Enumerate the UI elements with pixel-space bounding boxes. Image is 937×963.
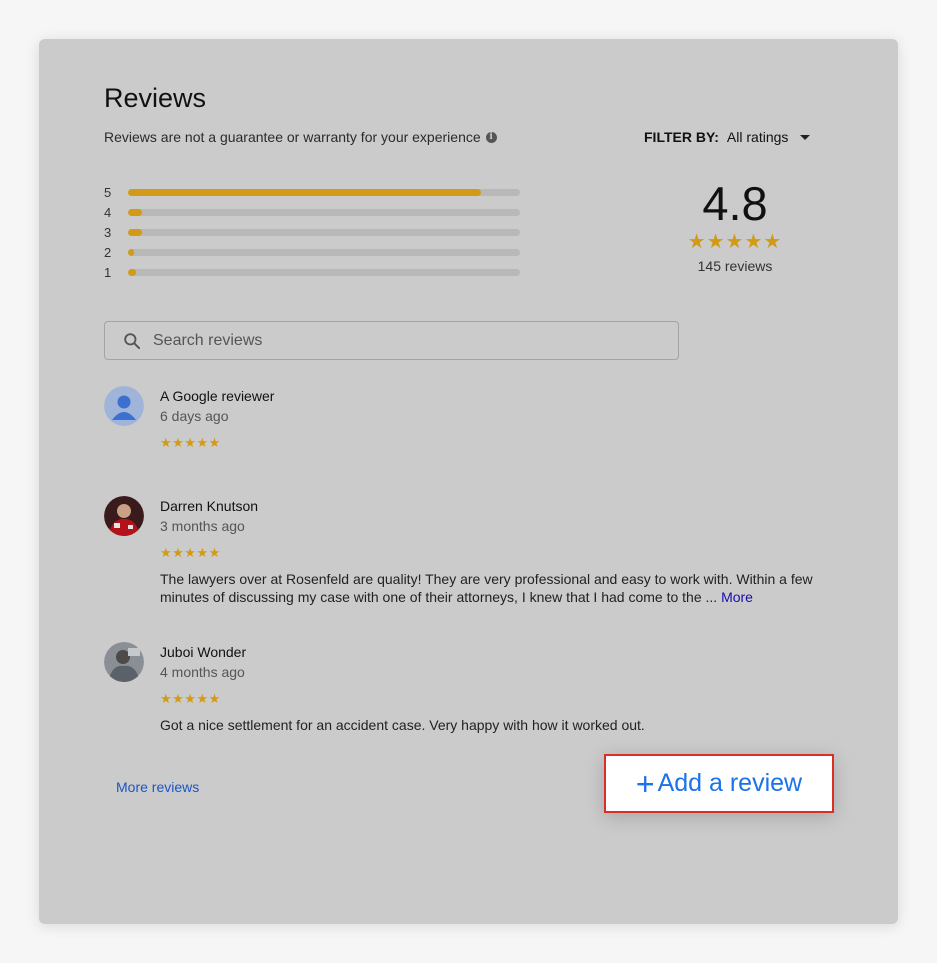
rating-summary: 4.8 ★★★★★ 145 reviews bbox=[679, 177, 791, 274]
reviewer-name[interactable]: Juboi Wonder bbox=[160, 642, 825, 662]
histogram-track bbox=[128, 188, 520, 196]
review-count: 145 reviews bbox=[697, 258, 773, 274]
average-stars: ★★★★★ bbox=[687, 231, 783, 253]
search-box[interactable] bbox=[104, 321, 679, 360]
histogram-track bbox=[128, 248, 520, 256]
average-rating: 4.8 bbox=[702, 177, 768, 230]
histogram-row: 4 bbox=[104, 202, 520, 222]
histogram-track bbox=[128, 268, 520, 276]
avatar[interactable] bbox=[104, 386, 144, 426]
reviews-panel: Reviews Reviews are not a guarantee or w… bbox=[39, 39, 898, 924]
review-text: The lawyers over at Rosenfeld are qualit… bbox=[160, 570, 825, 606]
filter-dropdown[interactable]: FILTER BY: All ratings bbox=[644, 129, 811, 145]
histogram-star-label: 1 bbox=[104, 264, 112, 280]
plus-icon: + bbox=[635, 765, 655, 802]
add-review-label: Add a review bbox=[657, 769, 803, 797]
histogram-row: 3 bbox=[104, 222, 520, 242]
histogram-row: 5 bbox=[104, 182, 520, 202]
histogram-star-label: 5 bbox=[104, 184, 112, 200]
user-photo-icon bbox=[104, 496, 144, 536]
review-time: 3 months ago bbox=[160, 518, 245, 534]
histogram-row: 1 bbox=[104, 262, 520, 282]
histogram-star-label: 2 bbox=[104, 244, 112, 260]
histogram-fill bbox=[128, 188, 481, 196]
review-time: 4 months ago bbox=[160, 664, 245, 680]
histogram-fill bbox=[128, 208, 142, 216]
histogram-row: 2 bbox=[104, 242, 520, 262]
histogram-track bbox=[128, 228, 520, 236]
search-input[interactable] bbox=[151, 330, 655, 351]
histogram-star-label: 4 bbox=[104, 204, 112, 220]
histogram-fill bbox=[128, 228, 142, 236]
more-link[interactable]: More bbox=[721, 589, 753, 605]
reviewer-name[interactable]: Darren Knutson bbox=[160, 496, 825, 516]
disclaimer-text: Reviews are not a guarantee or warranty … bbox=[104, 129, 481, 145]
disclaimer: Reviews are not a guarantee or warranty … bbox=[104, 129, 497, 145]
histogram-fill bbox=[128, 248, 134, 256]
histogram-star-label: 3 bbox=[104, 224, 112, 240]
review-body: Juboi Wonder 4 months ago ★★★★★ Got a ni… bbox=[160, 642, 825, 734]
review-stars: ★★★★★ bbox=[160, 691, 221, 706]
search-icon bbox=[124, 332, 141, 349]
avatar[interactable] bbox=[104, 642, 144, 682]
histogram-fill bbox=[128, 268, 136, 276]
review-text-content: The lawyers over at Rosenfeld are qualit… bbox=[160, 571, 813, 605]
filter-label: FILTER BY: bbox=[644, 129, 719, 145]
review-time: 6 days ago bbox=[160, 408, 229, 424]
histogram-track bbox=[128, 208, 520, 216]
reviewer-name[interactable]: A Google reviewer bbox=[160, 386, 825, 406]
default-avatar-icon bbox=[104, 386, 144, 426]
review-body: Darren Knutson 3 months ago ★★★★★ The la… bbox=[160, 496, 825, 606]
more-reviews-link[interactable]: More reviews bbox=[116, 779, 199, 795]
user-photo-icon bbox=[104, 642, 144, 682]
caret-down-icon bbox=[800, 134, 811, 140]
review-stars: ★★★★★ bbox=[160, 545, 221, 560]
review-stars: ★★★★★ bbox=[160, 435, 221, 450]
info-icon[interactable]: i bbox=[485, 131, 497, 143]
page-title: Reviews bbox=[104, 83, 207, 113]
review-body: A Google reviewer 6 days ago ★★★★★ bbox=[160, 386, 825, 451]
review-text: Got a nice settlement for an accident ca… bbox=[160, 717, 645, 733]
rating-histogram: 5 4 3 2 1 bbox=[104, 182, 520, 282]
avatar[interactable] bbox=[104, 496, 144, 536]
filter-value: All ratings bbox=[726, 129, 789, 145]
add-review-button[interactable]: + Add a review bbox=[604, 754, 834, 813]
